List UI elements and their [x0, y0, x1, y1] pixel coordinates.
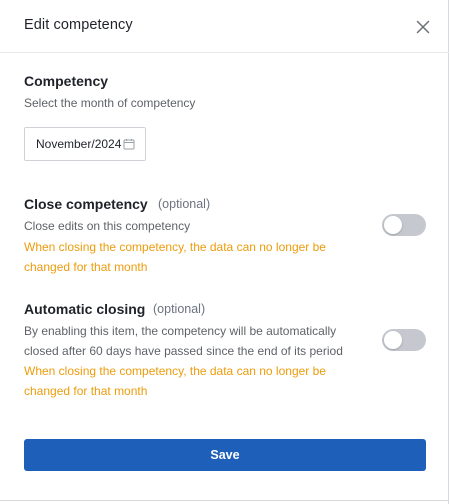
save-button[interactable]: Save — [24, 439, 426, 471]
automatic-closing-description-line1: By enabling this item, the competency wi… — [24, 324, 337, 338]
close-icon — [416, 20, 430, 34]
automatic-closing-warning-line1: When closing the competency, the data ca… — [24, 364, 326, 378]
divider — [0, 500, 449, 501]
competency-month-value[interactable]: November/2024 — [36, 137, 122, 151]
automatic-closing-optional: (optional) — [153, 302, 206, 316]
modal-header: Edit competency — [0, 0, 449, 53]
calendar-icon — [123, 139, 135, 150]
close-competency-warning: When closing the competency, the data ca… — [24, 238, 364, 277]
automatic-closing-toggle[interactable] — [382, 329, 426, 351]
automatic-closing-description-line2: closed after 60 days have passed since t… — [24, 344, 343, 358]
competency-title: Competency — [24, 73, 109, 89]
close-competency-optional: (optional) — [158, 197, 211, 211]
modal-title: Edit competency — [24, 17, 133, 33]
automatic-closing-warning: When closing the competency, the data ca… — [24, 362, 364, 401]
competency-description: Select the month of competency — [24, 96, 196, 110]
automatic-closing-warning-line2: changed for that month — [24, 383, 148, 398]
close-competency-warning-line2: changed for that month — [24, 259, 148, 274]
close-competency-description: Close edits on this competency — [24, 219, 191, 233]
close-button[interactable] — [413, 17, 433, 37]
edit-competency-modal: Edit competency Competency Select the mo… — [0, 0, 449, 504]
toggle-knob — [384, 216, 402, 234]
close-competency-warning-line1: When closing the competency, the data ca… — [24, 240, 326, 254]
automatic-closing-title: Automatic closing — [24, 301, 146, 317]
automatic-closing-description: By enabling this item, the competency wi… — [24, 321, 343, 361]
competency-month-picker[interactable]: November/2024 — [24, 127, 146, 161]
close-competency-toggle[interactable] — [382, 214, 426, 236]
close-competency-title: Close competency — [24, 196, 148, 212]
toggle-knob — [384, 331, 402, 349]
